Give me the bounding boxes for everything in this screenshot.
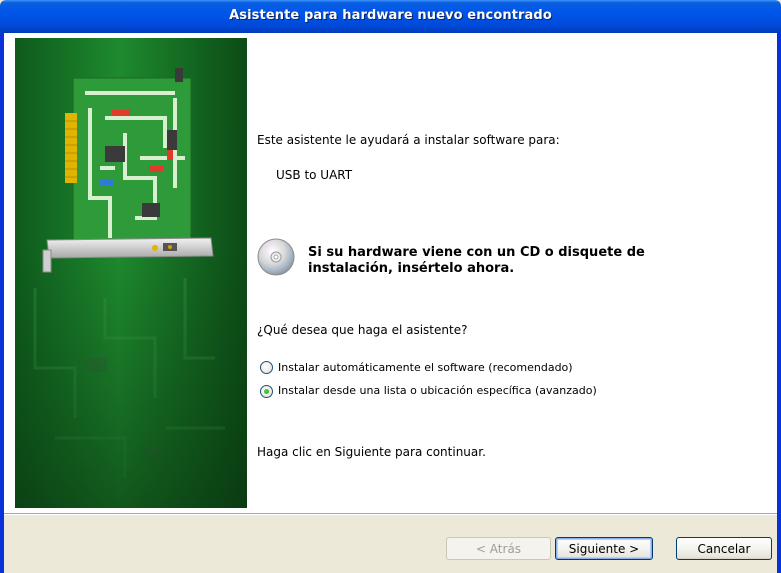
next-button[interactable]: Siguiente > — [555, 537, 653, 560]
continue-hint: Haga clic en Siguiente para continuar. — [257, 445, 486, 459]
cancel-button[interactable]: Cancelar — [676, 537, 772, 560]
question-text: ¿Qué desea que haga el asistente? — [257, 323, 468, 337]
window-title: Asistente para hardware nuevo encontrado — [229, 8, 552, 23]
hardware-card-icon — [15, 38, 247, 508]
radio-auto-install[interactable] — [260, 361, 273, 374]
button-bar: < Atrás Siguiente > Cancelar — [4, 515, 777, 573]
intro-text: Este asistente le ayudará a instalar sof… — [257, 133, 560, 147]
cd-icon — [256, 237, 296, 281]
wizard-content: Este asistente le ayudará a instalar sof… — [4, 33, 777, 513]
cd-prompt-line2: instalación, insértelo ahora. — [308, 261, 515, 276]
back-button[interactable]: < Atrás — [446, 537, 551, 560]
wizard-window: Asistente para hardware nuevo encontrado — [0, 0, 781, 573]
radio-manual-install[interactable] — [260, 385, 273, 398]
option-auto-install[interactable]: Instalar automáticamente el software (re… — [260, 360, 680, 376]
window-frame-right — [777, 33, 781, 573]
sidebar-banner — [15, 38, 247, 508]
cd-prompt-line1: Si su hardware viene con un CD o disquet… — [308, 245, 645, 260]
radio-selected-dot — [264, 389, 269, 394]
option-manual-install-label[interactable]: Instalar desde una lista o ubicación esp… — [278, 384, 597, 397]
option-manual-install[interactable]: Instalar desde una lista o ubicación esp… — [260, 383, 680, 399]
title-bar[interactable]: Asistente para hardware nuevo encontrado — [0, 0, 781, 33]
option-auto-install-label[interactable]: Instalar automáticamente el software (re… — [278, 361, 573, 374]
device-name: USB to UART — [276, 168, 353, 182]
